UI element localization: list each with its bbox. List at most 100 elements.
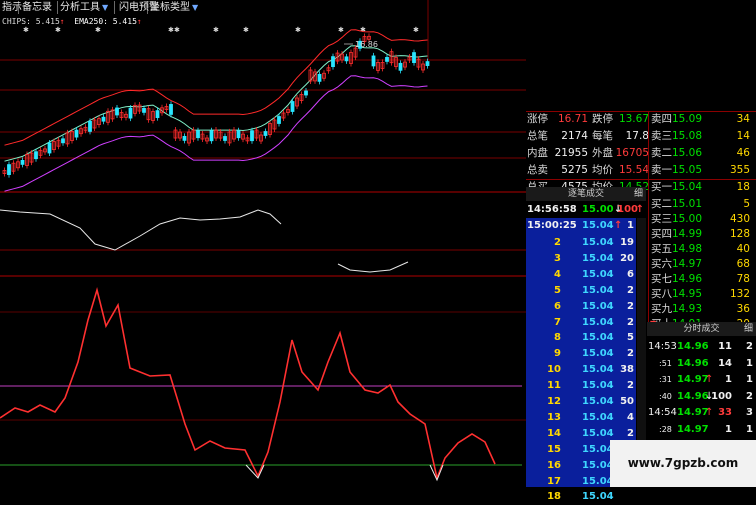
candle-body (209, 130, 214, 142)
tick-volume: 38 (620, 364, 634, 376)
tick-price: 15.00 (582, 204, 614, 215)
order-book-price: 15.09 (671, 113, 702, 125)
candlesticks (2, 33, 430, 178)
bid-row: 买五 14.98 40 (648, 241, 756, 257)
tick-row: 6 15.04 2 (526, 299, 636, 315)
tick-row: 9 15.04 2 (526, 346, 636, 362)
tick-price: 15.04 (582, 396, 614, 407)
candle-body (371, 55, 376, 67)
tick-row: 3 15.04 20 (526, 251, 636, 267)
tick-seq: 15 (547, 443, 561, 455)
order-book-label: 卖一 (651, 164, 672, 176)
minute-time: :31 (659, 375, 672, 384)
bid-volume: 430 (729, 213, 750, 225)
bid-price: 14.99 (671, 228, 702, 240)
order-book-volume: 34 (736, 113, 750, 125)
bid-volume: 132 (729, 288, 750, 300)
bid-price: 15.00 (671, 213, 702, 225)
minute-count: 1 (746, 423, 753, 435)
minute-row: 14:53 14.96 11 2 (647, 339, 756, 355)
detail-toggle[interactable]: 细 (744, 322, 753, 336)
tick-seq: 12 (547, 396, 561, 407)
tick-price: 15.04 (582, 300, 614, 312)
order-book-volume: 46 (736, 147, 750, 159)
bid-row: 买九 14.93 36 (648, 301, 756, 317)
event-marker-icon: ✱ (243, 26, 249, 34)
bid-volume: 128 (729, 228, 750, 240)
bid-price: 14.93 (671, 303, 702, 315)
candle-body (317, 73, 322, 82)
tick-seq: 13 (547, 411, 561, 423)
tick-volume: 2 (627, 380, 634, 392)
white-line-segment-1 (0, 209, 282, 251)
minute-row: :51 14.96 14 1 (647, 356, 756, 372)
detail-toggle[interactable]: 细 (634, 187, 643, 201)
tick-time: 14:56:58 (527, 204, 577, 215)
tick-row: 7 15.04 2 (526, 315, 636, 331)
minute-volume: 33 (718, 407, 732, 418)
candle-body (169, 104, 173, 115)
minute-volume: 11 (718, 341, 732, 352)
tick-volume: 20 (620, 252, 634, 264)
price-arrow-icon: ↑ (705, 407, 714, 418)
tick-price: 15.04 (582, 427, 614, 439)
tick-price: 15.04 (582, 316, 614, 328)
minute-table-title: 分时成交 (683, 324, 720, 334)
bid-label: 买四 (651, 228, 672, 240)
tick-seq: 10 (547, 364, 561, 376)
tick-price: 15.04 (582, 491, 614, 503)
event-marker-icon: ✱ (338, 26, 344, 34)
event-marker-icon: ✱ (295, 26, 301, 34)
quote-value: 16705 (615, 147, 649, 159)
order-book-volume: 18 (736, 181, 750, 193)
quote-label: 外盘 (592, 147, 613, 159)
candle-body (115, 107, 119, 116)
candle-body (250, 130, 254, 142)
quote-value: 16.71 (557, 113, 588, 125)
tick-price: 15.04 (582, 475, 614, 487)
tick-time: 15:00:25 (527, 220, 577, 231)
bid-price: 14.96 (671, 273, 702, 285)
tick-price: 15.04 (582, 380, 614, 392)
tick-volume: 2 (627, 284, 634, 296)
oscillator-line (0, 286, 496, 482)
tick-volume: 50 (620, 396, 634, 407)
tick-volume: 5 (627, 332, 634, 344)
tick-seq: 17 (547, 475, 561, 487)
quote-row: 内盘 21955 外盘 16705 卖二 15.06 46 (526, 145, 756, 161)
candle-body (20, 159, 25, 165)
minute-price: 14.96 (677, 357, 709, 369)
watermark: www.7gpzb.com (610, 440, 756, 487)
bid-volume: 36 (736, 303, 750, 315)
chart-area[interactable]: ✱ ✱ ✱ ✱ ✱ ✱ ✱ ✱ ✱ ✱ ✱ 16.86 (0, 0, 526, 487)
tick-seq: 3 (554, 252, 561, 264)
order-book-label: 买一 (651, 181, 672, 193)
minute-time: :40 (659, 391, 672, 401)
tick-price: 15.04 (582, 348, 614, 360)
minute-price: 14.96 (677, 341, 709, 352)
tick-volume: 2 (627, 300, 634, 312)
bid-price: 14.98 (671, 243, 702, 255)
minute-price: 14.96 (677, 390, 709, 402)
order-book-volume: 14 (736, 130, 750, 142)
minute-time: :28 (659, 424, 672, 434)
candle-body (263, 131, 268, 136)
tick-seq: 14 (547, 427, 561, 439)
arrow-up-icon: ↑ (614, 220, 623, 231)
minute-price: 14.97 (677, 374, 709, 385)
tick-volume: 4 (627, 411, 634, 423)
quote-divider (526, 111, 756, 112)
tick-volume: 2 (627, 348, 634, 360)
bid-volume: 78 (736, 273, 750, 285)
tick-price: 15.04 (582, 364, 614, 376)
white-indicator-line (0, 209, 409, 273)
tick-seq: 8 (554, 332, 561, 344)
candle-body (196, 130, 200, 139)
candle-body (344, 56, 349, 62)
candle-body (385, 57, 389, 62)
candle-body (88, 121, 92, 132)
tick-row: 18 15.04 (526, 489, 636, 505)
bid-label: 买五 (651, 243, 672, 255)
quote-value: 15.54 (618, 164, 649, 176)
peak-price-label: 16.86 (355, 40, 378, 49)
